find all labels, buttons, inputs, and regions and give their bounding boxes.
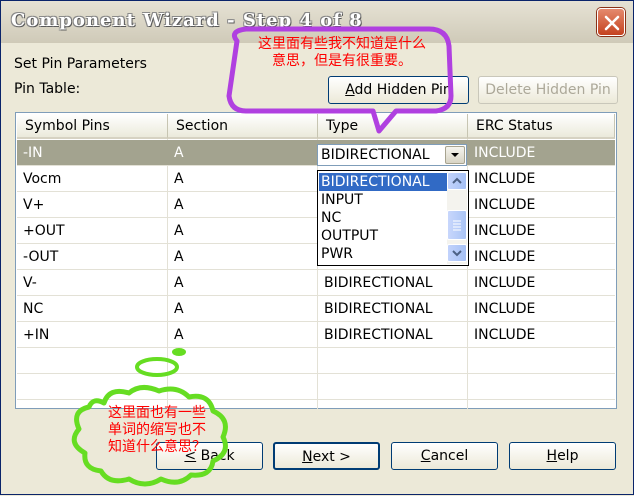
chevron-up-icon [452,177,462,184]
table-row[interactable]: -IN A INCLUDE [17,140,615,166]
combo-dropdown-button[interactable] [445,146,465,164]
dropdown-option[interactable]: OUTPUT [319,227,447,245]
table-row[interactable]: -OUT A INCLUDE [17,244,615,270]
section-cell: A [174,145,184,161]
close-button[interactable] [597,8,625,36]
section-cell: A [174,327,184,343]
pin-name-cell: -IN [23,145,43,161]
type-cell[interactable]: BIDIRECTIONAL [318,296,433,322]
type-cell[interactable]: BIDIRECTIONAL [318,322,433,348]
table-row-empty[interactable] [17,348,615,374]
section-title: Set Pin Parameters [14,56,147,72]
erc-status-cell: INCLUDE [474,249,536,265]
table-header: Symbol Pins Section Type ERC Status [17,114,615,139]
table-row[interactable]: NC A BIDIRECTIONAL INCLUDE [17,296,615,322]
section-cell: A [174,275,184,291]
section-cell: A [174,249,184,265]
pin-table[interactable]: Symbol Pins Section Type ERC Status -IN … [15,112,617,409]
erc-status-cell: INCLUDE [474,327,536,343]
pin-name-cell: NC [23,301,44,317]
help-button[interactable]: Help [509,442,616,470]
type-cell[interactable]: BIDIRECTIONAL [318,270,433,296]
column-header-section[interactable]: Section [168,114,318,139]
type-dropdown-list[interactable]: BIDIRECTIONAL INPUT NC OUTPUT PWR [317,170,469,266]
window-title: Component Wizard - Step 4 of 8 [11,10,363,31]
annotation-top-line-1: 这里面有些我不知道是什么 [258,36,426,52]
erc-status-cell: INCLUDE [474,145,536,161]
dropdown-scrollbar[interactable] [447,172,467,264]
dropdown-option[interactable]: BIDIRECTIONAL [319,173,447,191]
type-combo-box[interactable]: BIDIRECTIONAL [317,144,467,166]
erc-status-cell: INCLUDE [474,301,536,317]
pin-table-label: Pin Table: [14,81,81,97]
dropdown-option[interactable]: INPUT [319,191,447,209]
section-cell: A [174,301,184,317]
cancel-button[interactable]: Cancel [391,442,498,470]
pin-name-cell: V- [23,275,37,291]
pin-name-cell: Vocm [23,171,62,187]
column-header-symbol-pins[interactable]: Symbol Pins [17,114,168,139]
section-cell: A [174,197,184,213]
annotation-bottom-line-1: 这里面也有一些 [108,405,206,421]
erc-status-cell: INCLUDE [474,223,536,239]
pin-name-cell: -OUT [23,249,59,265]
table-row-empty[interactable] [17,374,615,400]
scroll-thumb[interactable] [447,210,467,240]
table-row[interactable]: Vocm A INCLUDE [17,166,615,192]
next-button[interactable]: Next > [273,442,380,470]
table-row[interactable]: V- A BIDIRECTIONAL INCLUDE [17,270,615,296]
grip-icon [453,220,461,231]
pin-name-cell: +IN [23,327,50,343]
add-hidden-pin-button[interactable]: Add Hidden Pin [328,76,469,104]
erc-status-cell: INCLUDE [474,171,536,187]
dropdown-option[interactable]: NC [319,209,447,227]
table-row[interactable]: V+ A INCLUDE [17,192,615,218]
annotation-top-line-2: 意思，但是有很重要。 [272,53,412,69]
section-cell: A [174,171,184,187]
section-cell: A [174,223,184,239]
annotation-bottom-line-2: 单词的缩写也不 [108,422,206,438]
component-wizard-window: Component Wizard - Step 4 of 8 Set Pin P… [0,0,634,495]
type-combo-value: BIDIRECTIONAL [321,147,430,163]
delete-hidden-pin-button[interactable]: Delete Hidden Pin [478,76,618,104]
close-icon [604,15,620,31]
table-row[interactable]: +IN A BIDIRECTIONAL INCLUDE [17,322,615,348]
dropdown-option[interactable]: PWR [319,245,447,263]
erc-status-cell: INCLUDE [474,197,536,213]
scroll-up-button[interactable] [447,172,467,190]
annotation-bottom: 这里面也有一些 单词的缩写也不 知道什么意思？ [97,405,217,456]
chevron-down-icon [451,153,459,157]
column-header-type[interactable]: Type [318,114,468,139]
chevron-down-icon [452,250,462,257]
table-row[interactable]: +OUT A INCLUDE [17,218,615,244]
scroll-down-button[interactable] [447,244,467,262]
erc-status-cell: INCLUDE [474,275,536,291]
annotation-bottom-line-3: 知道什么意思？ [108,439,206,455]
pin-name-cell: +OUT [23,223,65,239]
annotation-top: 这里面有些我不知道是什么 意思，但是有很重要。 [237,36,447,70]
pin-name-cell: V+ [23,197,45,213]
column-header-erc-status[interactable]: ERC Status [468,114,615,139]
